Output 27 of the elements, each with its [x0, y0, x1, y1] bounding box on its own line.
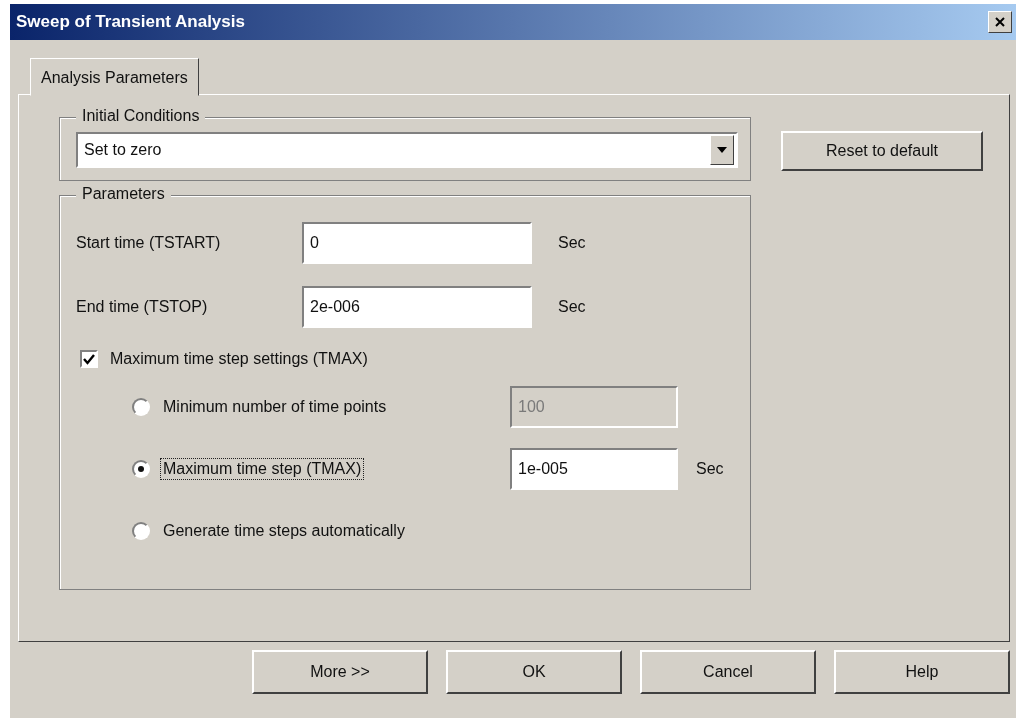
input-field[interactable]: 2e-006	[302, 286, 532, 328]
triangle-icon	[717, 147, 727, 153]
reset-button[interactable]: Reset to default	[781, 131, 983, 171]
unit-label: Sec	[558, 298, 587, 316]
close-button[interactable]	[988, 11, 1012, 33]
radio-button[interactable]	[132, 460, 150, 478]
unit-label: Sec	[558, 234, 587, 252]
close-icon	[994, 16, 1006, 28]
field-label: Start time (TSTART)	[76, 234, 222, 252]
checkbox-label: Maximum time step settings (TMAX)	[110, 350, 368, 368]
unit-label: Sec	[696, 460, 725, 478]
radio-label: Maximum time step (TMAX)	[160, 458, 365, 480]
checkbox[interactable]	[80, 350, 98, 368]
input-field[interactable]: 0	[302, 222, 532, 264]
tab[interactable]: Analysis Parameters	[30, 58, 199, 96]
dialog-button[interactable]: Help	[834, 650, 1010, 694]
input-field[interactable]: 1e-005	[510, 448, 678, 490]
dialog-button[interactable]: OK	[446, 650, 622, 694]
dropdown[interactable]: Set to zero	[76, 132, 738, 168]
field-label: End time (TSTOP)	[76, 298, 209, 316]
radio-label: Minimum number of time points	[162, 397, 388, 417]
window-title: Sweep of Transient Analysis	[16, 12, 245, 32]
dialog-button[interactable]: Cancel	[640, 650, 816, 694]
checkmark-icon	[83, 353, 95, 365]
radio-button[interactable]	[132, 522, 150, 540]
radio-label: Generate time steps automatically	[162, 521, 406, 541]
dialog-button[interactable]: More >>	[252, 650, 428, 694]
